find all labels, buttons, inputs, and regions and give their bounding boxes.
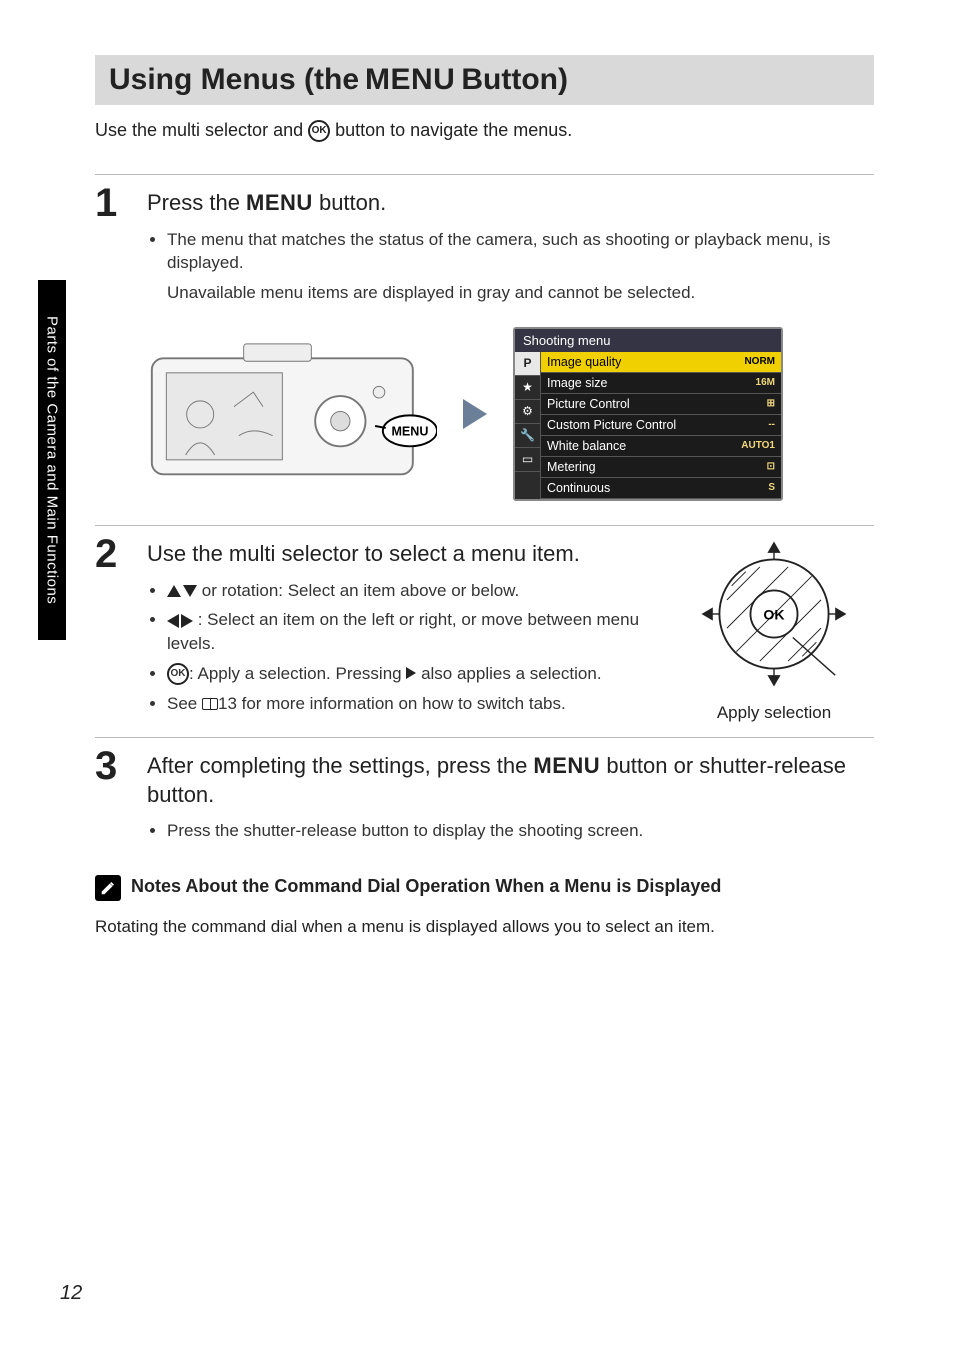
step-1: 1 Press the MENU button. The menu that m… — [95, 183, 874, 511]
step2-b3-mid: : Apply a selection. Pressing — [189, 664, 406, 683]
left-arrow-icon — [167, 614, 179, 628]
up-arrow-icon — [167, 585, 181, 597]
intro-post: button to navigate the menus. — [335, 120, 572, 140]
menu-item-label: Image size — [547, 376, 607, 390]
camera-illustration: MENU — [147, 339, 437, 489]
ok-icon: OK — [308, 120, 330, 142]
ok-icon: OK — [167, 663, 189, 685]
notes-block: Notes About the Command Dial Operation W… — [95, 875, 874, 901]
notes-title: Notes About the Command Dial Operation W… — [131, 875, 721, 898]
selector-ok-label: OK — [763, 607, 785, 623]
menu-item-value: AUTO1 — [741, 440, 775, 451]
step-number: 2 — [95, 534, 125, 723]
menu-item-value: 16M — [756, 377, 775, 388]
selector-caption: Apply selection — [674, 703, 874, 723]
step-1-title: Press the MENU button. — [147, 189, 874, 218]
step-3-title: After completing the settings, press the… — [147, 752, 874, 809]
down-arrow-icon — [183, 585, 197, 597]
menu-tab: ★ — [515, 376, 540, 400]
intro-pre: Use the multi selector and — [95, 120, 308, 140]
menu-item-label: White balance — [547, 439, 626, 453]
menu-item-value: NORM — [744, 356, 775, 367]
step1-title-post: button. — [319, 190, 386, 215]
step2-bullet-4: See 13 for more information on how to sw… — [167, 692, 644, 716]
step2-bullet-2: : Select an item on the left or right, o… — [167, 608, 644, 656]
menu-item: Image quality NORM — [541, 352, 781, 373]
step3-title-pre: After completing the settings, press the — [147, 753, 533, 778]
menu-item-label: Metering — [547, 460, 596, 474]
menu-screen-header: Shooting menu — [515, 329, 781, 352]
right-arrow-icon — [406, 667, 416, 679]
step1-title-pre: Press the — [147, 190, 246, 215]
menu-item: Metering ⊡ — [541, 457, 781, 478]
multi-selector-illustration: OK Apply selection — [674, 534, 874, 723]
step-3: 3 After completing the settings, press t… — [95, 746, 874, 849]
step3-bullet: Press the shutter-release button to disp… — [167, 819, 874, 843]
menu-item-value: -- — [768, 419, 775, 430]
side-tab: Parts of the Camera and Main Functions — [38, 280, 66, 640]
menu-item-label: Image quality — [547, 355, 621, 369]
step2-b3-post: also applies a selection. — [416, 664, 601, 683]
step-number: 3 — [95, 746, 125, 849]
menu-item-value: S — [768, 482, 775, 493]
step2-bullet-1: or rotation: Select an item above or bel… — [167, 579, 644, 603]
step2-b4-page: 13 — [218, 694, 237, 713]
step2-b4-pre: See — [167, 694, 202, 713]
step1-bullet-2: Unavailable menu items are displayed in … — [147, 281, 874, 305]
menu-item-value: ⊞ — [767, 398, 775, 409]
menu-tab: 🔧 — [515, 424, 540, 448]
step2-b2-text: : Select an item on the left or right, o… — [167, 610, 639, 653]
step-2: 2 Use the multi selector to select a men… — [95, 534, 874, 723]
shooting-menu-screen: Shooting menu P ★ ⚙ 🔧 ▭ Im — [513, 327, 783, 501]
section-heading-bar: Using Menus (the MENU Button) — [95, 55, 874, 105]
menu-item-label: Custom Picture Control — [547, 418, 676, 432]
menu-tab: P — [515, 352, 540, 376]
step-number: 1 — [95, 183, 125, 511]
step2-b1-text: or rotation: Select an item above or bel… — [202, 581, 520, 600]
book-icon — [202, 698, 218, 710]
step1-title-menu: MENU — [246, 190, 313, 215]
step-2-title: Use the multi selector to select a menu … — [147, 540, 644, 569]
step1-figure-row: MENU Shooting menu P ★ ⚙ 🔧 ▭ — [147, 327, 874, 501]
menu-screen-tabs: P ★ ⚙ 🔧 ▭ — [515, 352, 541, 499]
menu-screen-list: Image quality NORM Image size 16M Pictur… — [541, 352, 781, 499]
section-heading: Using Menus (the MENU Button) — [109, 63, 860, 97]
menu-tab: ▭ — [515, 448, 540, 472]
intro-text: Use the multi selector and OK button to … — [95, 117, 874, 144]
menu-item: Picture Control ⊞ — [541, 394, 781, 415]
menu-item-label: Continuous — [547, 481, 610, 495]
arrow-right-icon — [463, 399, 487, 429]
camera-menu-label: MENU — [391, 425, 428, 439]
heading-menu-word: MENU — [365, 63, 455, 97]
right-arrow-icon — [181, 614, 193, 628]
menu-item: Image size 16M — [541, 373, 781, 394]
step2-b4-post: for more information on how to switch ta… — [237, 694, 566, 713]
menu-item-value: ⊡ — [767, 461, 775, 472]
step2-bullet-3: OK: Apply a selection. Pressing also app… — [167, 662, 644, 686]
step1-bullet-1: The menu that matches the status of the … — [167, 228, 874, 276]
menu-item: White balance AUTO1 — [541, 436, 781, 457]
pencil-icon — [95, 875, 121, 901]
step3-title-menu: MENU — [533, 753, 600, 778]
notes-body: Rotating the command dial when a menu is… — [95, 915, 874, 939]
menu-tab: ⚙ — [515, 400, 540, 424]
heading-pre: Using Menus (the — [109, 63, 359, 97]
menu-item: Custom Picture Control -- — [541, 415, 781, 436]
page-number: 12 — [60, 1282, 82, 1305]
menu-item-label: Picture Control — [547, 397, 630, 411]
heading-post: Button) — [461, 63, 568, 97]
menu-item: Continuous S — [541, 478, 781, 499]
